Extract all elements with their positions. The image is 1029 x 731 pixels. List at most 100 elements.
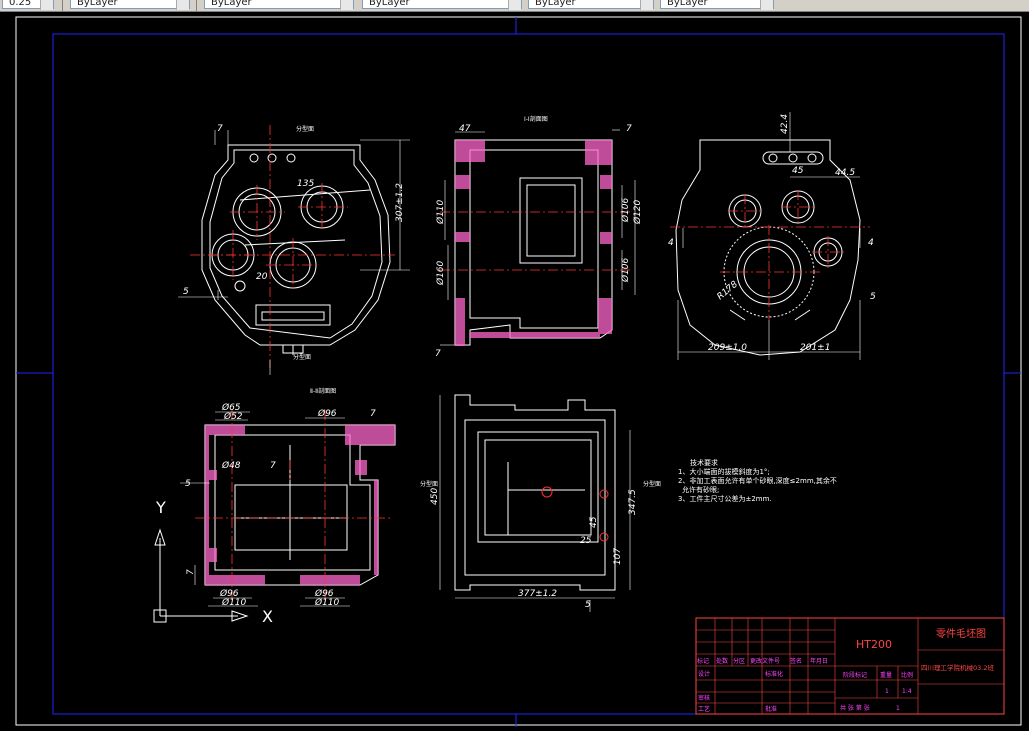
linetype-dropdown[interactable]: ByLayer: [362, 0, 522, 10]
tech-item-4: 3、工件主尺寸公差为±2mm.: [678, 494, 772, 503]
plotstyle2-dropdown[interactable]: ByLayer: [660, 0, 774, 10]
side-view: [454, 394, 616, 591]
row-label-6: 年月日: [810, 657, 828, 665]
dim-44-5: 44.5: [835, 168, 855, 178]
chevron-down-icon[interactable]: [40, 0, 53, 10]
title-block: HT200 零件毛坯图 四川理工学院机械03.2班 标记 处数 分区 更改文件号…: [695, 617, 1005, 715]
dim-377: 377±1.2: [518, 589, 557, 599]
dim-25: 25: [580, 536, 592, 546]
chevron-down-icon[interactable]: [640, 0, 653, 10]
row-label-1: 标记: [697, 657, 709, 665]
tech-item-2: 2、非加工表面允许有单个砂眼,深度≤2mm,其余不: [678, 476, 837, 485]
chevron-down-icon[interactable]: [760, 0, 773, 10]
drawing-name: 零件毛坯图: [936, 628, 986, 640]
dim-201: 201±1: [800, 343, 830, 353]
tech-title: 技术要求: [690, 458, 718, 467]
weight-label: 重量: [880, 671, 892, 679]
sheets-value: 1: [896, 705, 900, 712]
ucs-y-label: Y: [155, 498, 166, 517]
dim-7-b: 7: [370, 409, 376, 419]
chevron-down-icon[interactable]: [340, 0, 353, 10]
dim-135: 135: [297, 179, 314, 189]
rear-view: [675, 139, 861, 356]
lineweight-dropdown[interactable]: 0.25: [2, 0, 54, 10]
parting-label-2: 分型面: [293, 353, 311, 361]
lineweight2-value: ByLayer: [535, 0, 576, 8]
drawing-canvas[interactable]: 307±1.2 135 20 5 7 分型面 分型面 Ⅰ-Ⅰ剖面图 47 7 Ø…: [0, 12, 1029, 731]
dim-7-sec-b: 7: [435, 349, 441, 359]
sheet-outer-border: [15, 16, 1022, 726]
linetype-value: ByLayer: [369, 0, 410, 8]
parting-label-4: 分型面: [643, 480, 661, 488]
plotstyle2-value: ByLayer: [667, 0, 708, 8]
parting-label-1: 分型面: [296, 125, 314, 133]
dim-48: Ø48: [221, 460, 241, 471]
dim-45: 45: [792, 166, 804, 176]
toolbar-separator: [62, 0, 63, 11]
cad-drawing[interactable]: 307±1.2 135 20 5 7 分型面 分型面 Ⅰ-Ⅰ剖面图 47 7 Ø…: [0, 12, 1029, 731]
dim-120: Ø120: [632, 199, 643, 225]
dim-20: 20: [256, 272, 268, 282]
scale-label: 比例: [901, 671, 913, 679]
sheet-inner-border: [52, 33, 1005, 715]
dim-450: 450: [430, 488, 440, 505]
dim-106b: Ø106: [620, 257, 631, 283]
plotstyle-value: ByLayer: [77, 0, 118, 8]
properties-toolbar: 0.25 ByLayer ByLayer ByLayer ByLayer ByL…: [0, 0, 1029, 12]
dim-106: Ø106: [620, 197, 631, 223]
scale-value: 1:4: [902, 688, 912, 695]
plotstyle-dropdown[interactable]: ByLayer: [70, 0, 190, 10]
dim-5-front: 5: [183, 287, 189, 297]
stage-mark-label: 阶段标记: [843, 671, 867, 679]
rear-view-centerlines: [670, 190, 870, 320]
dim-r178: R178: [716, 279, 741, 302]
process-label: 工艺: [698, 705, 710, 713]
section-b-title: Ⅱ-Ⅱ剖面图: [310, 387, 336, 395]
dim-52: Ø52: [223, 411, 243, 422]
chevron-down-icon[interactable]: [176, 0, 189, 10]
design-label: 设计: [698, 670, 710, 678]
dim-110-bl: Ø110: [221, 597, 247, 608]
dim-4-rear-r: 4: [868, 238, 874, 248]
color-dropdown[interactable]: ByLayer: [204, 0, 354, 10]
dim-42-4: 42.4: [780, 114, 790, 134]
dim-209: 209±1.0: [708, 343, 747, 353]
approve-label: 批准: [765, 705, 777, 713]
parting-label-3: 分型面: [420, 480, 438, 488]
dim-307: 307±1.2: [395, 183, 405, 222]
tech-requirements: 技术要求 1、大小端面的拔模斜度为1°; 2、非加工表面允许有单个砂眼,深度≤2…: [678, 458, 837, 503]
section-a-title: Ⅰ-Ⅰ剖面图: [524, 115, 548, 123]
section-a-view: [454, 139, 613, 346]
section-a-hatch: [455, 140, 612, 346]
dim-110-br: Ø110: [314, 597, 340, 608]
dim-160: Ø160: [435, 260, 446, 286]
side-view-dims: [439, 395, 631, 612]
color-value: ByLayer: [211, 0, 252, 8]
tech-item-1: 1、大小端面的拔模斜度为1°;: [678, 467, 770, 476]
toolbar-separator: [196, 0, 197, 11]
dim-5-side: 5: [585, 600, 591, 610]
dim-107: 107: [613, 548, 623, 565]
section-b-view: [204, 424, 396, 586]
dim-7-b3: 7: [186, 569, 196, 575]
dim-7-sec: 7: [626, 124, 632, 134]
ucs-x-label: X: [262, 607, 273, 626]
lineweight-value: 0.25: [9, 0, 32, 8]
dim-5-rear: 5: [870, 292, 876, 302]
dim-96-top: Ø96: [317, 408, 337, 419]
dim-47: 47: [459, 124, 471, 134]
lineweight2-dropdown[interactable]: ByLayer: [528, 0, 654, 10]
front-view-dims: [178, 130, 410, 375]
row-label-4: 更改文件号: [750, 657, 780, 665]
row-label-5: 签名: [790, 657, 802, 665]
dim-7-b2: 7: [270, 461, 276, 471]
row-label-2: 处数: [716, 657, 728, 665]
dim-45-side: 45: [589, 516, 599, 528]
review-label: 审核: [698, 694, 710, 702]
chevron-down-icon[interactable]: [508, 0, 521, 10]
dim-347-5: 347.5: [628, 489, 638, 515]
qty-value: 1: [885, 688, 889, 695]
tech-item-3: 允许有砂眼;: [682, 485, 719, 494]
row-label-3: 分区: [733, 657, 745, 665]
section-b-hatch: [205, 425, 395, 585]
